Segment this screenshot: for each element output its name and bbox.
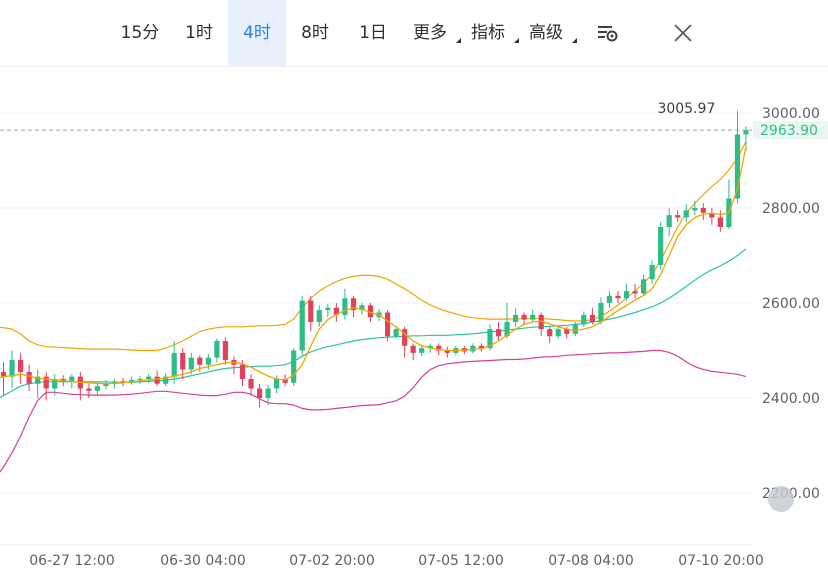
candle[interactable] [632, 291, 638, 294]
candle[interactable] [683, 210, 689, 218]
candle[interactable] [589, 314, 595, 322]
candle[interactable] [180, 352, 186, 370]
candle[interactable] [384, 312, 391, 337]
candle[interactable] [274, 379, 280, 389]
candle[interactable] [299, 300, 305, 351]
candle[interactable] [640, 279, 647, 294]
candle[interactable] [393, 329, 399, 337]
candle[interactable] [171, 352, 177, 377]
candle[interactable] [598, 303, 604, 322]
candle[interactable] [743, 130, 749, 135]
x-tick-label: 07-10 20:00 [678, 553, 763, 569]
candle[interactable] [658, 227, 664, 265]
candle[interactable] [410, 345, 416, 353]
close-icon [674, 24, 692, 42]
interval-15m-button[interactable]: 15分 [110, 0, 170, 66]
x-tick-label: 07-05 12:00 [418, 553, 503, 569]
candle[interactable] [572, 324, 578, 334]
candle[interactable] [256, 388, 263, 399]
bollinger-upper-line [0, 141, 747, 352]
candle[interactable] [700, 208, 706, 213]
y-tick-label: 2800.00 [762, 201, 820, 217]
candle[interactable] [666, 215, 672, 227]
last-price-label: 2963.90 [760, 123, 818, 139]
y-tick-label: 2400.00 [762, 391, 820, 407]
chart-settings-icon [598, 26, 618, 42]
candle[interactable] [606, 295, 613, 303]
candle[interactable] [649, 265, 655, 280]
x-tick-label: 06-30 04:00 [160, 553, 245, 569]
chart-settings-button[interactable] [592, 0, 624, 66]
candle[interactable] [717, 217, 723, 228]
candle[interactable] [692, 208, 698, 211]
x-tick-label: 07-08 04:00 [548, 553, 633, 569]
candle[interactable] [512, 314, 519, 322]
candle[interactable] [325, 307, 331, 311]
interval-4h-button[interactable]: 4时 [228, 0, 286, 66]
candle[interactable] [623, 291, 630, 299]
indicators-label: 指标 [471, 23, 505, 43]
more-label: 更多 [413, 23, 447, 43]
candle[interactable] [146, 376, 152, 379]
interval-8h-button[interactable]: 8时 [286, 0, 344, 66]
moving-average-line [0, 146, 747, 385]
dropdown-corner-icon [456, 38, 461, 43]
candle[interactable] [547, 329, 553, 337]
high-price-label: 3005.97 [657, 101, 715, 117]
bollinger-lower-line [0, 349, 747, 473]
more-dropdown[interactable]: 更多 [408, 0, 461, 66]
candle[interactable] [26, 371, 32, 384]
candle[interactable] [495, 329, 502, 337]
candlestick-chart[interactable]: 3000.002800.002600.002400.002200.002963.… [0, 67, 828, 572]
candle[interactable] [205, 357, 211, 365]
candle[interactable] [308, 300, 314, 322]
candle[interactable] [137, 379, 143, 380]
candle[interactable] [86, 388, 92, 391]
interval-1h-button[interactable]: 1时 [170, 0, 228, 66]
candle[interactable] [342, 298, 348, 315]
candle[interactable] [675, 215, 681, 218]
candle[interactable] [188, 357, 194, 370]
candle[interactable] [222, 341, 229, 360]
dropdown-corner-icon [572, 38, 577, 43]
candle[interactable] [419, 348, 425, 353]
close-button[interactable] [668, 0, 698, 66]
candle[interactable] [239, 364, 246, 379]
x-tick-label: 07-02 20:00 [289, 553, 374, 569]
candle[interactable] [154, 376, 160, 384]
candle[interactable] [291, 350, 297, 383]
candle[interactable] [555, 329, 561, 337]
chart-toolbar: 15分 1时 4时 8时 1日 更多 指标 高级 [0, 0, 828, 67]
candle[interactable] [530, 314, 536, 320]
scroll-to-latest-button[interactable] [768, 486, 794, 512]
candle[interactable] [18, 360, 24, 372]
advanced-dropdown[interactable]: 高级 [524, 0, 577, 66]
advanced-label: 高级 [529, 23, 563, 43]
candle[interactable] [94, 386, 101, 391]
candle[interactable] [581, 314, 587, 325]
y-tick-label: 2600.00 [762, 296, 820, 312]
interval-1d-button[interactable]: 1日 [344, 0, 402, 66]
bollinger-middle-line [0, 248, 747, 399]
y-tick-label: 3000.00 [762, 106, 820, 122]
x-tick-label: 06-27 12:00 [29, 553, 114, 569]
dropdown-corner-icon [514, 38, 519, 43]
candle[interactable] [615, 295, 621, 299]
candle[interactable] [214, 341, 220, 358]
candle[interactable] [9, 360, 15, 377]
candle[interactable] [521, 314, 527, 320]
candle[interactable] [316, 310, 322, 322]
candle[interactable] [265, 388, 271, 399]
candle[interactable] [470, 345, 476, 352]
candle[interactable] [248, 379, 254, 389]
candle[interactable] [197, 357, 203, 365]
indicators-dropdown[interactable]: 指标 [466, 0, 519, 66]
